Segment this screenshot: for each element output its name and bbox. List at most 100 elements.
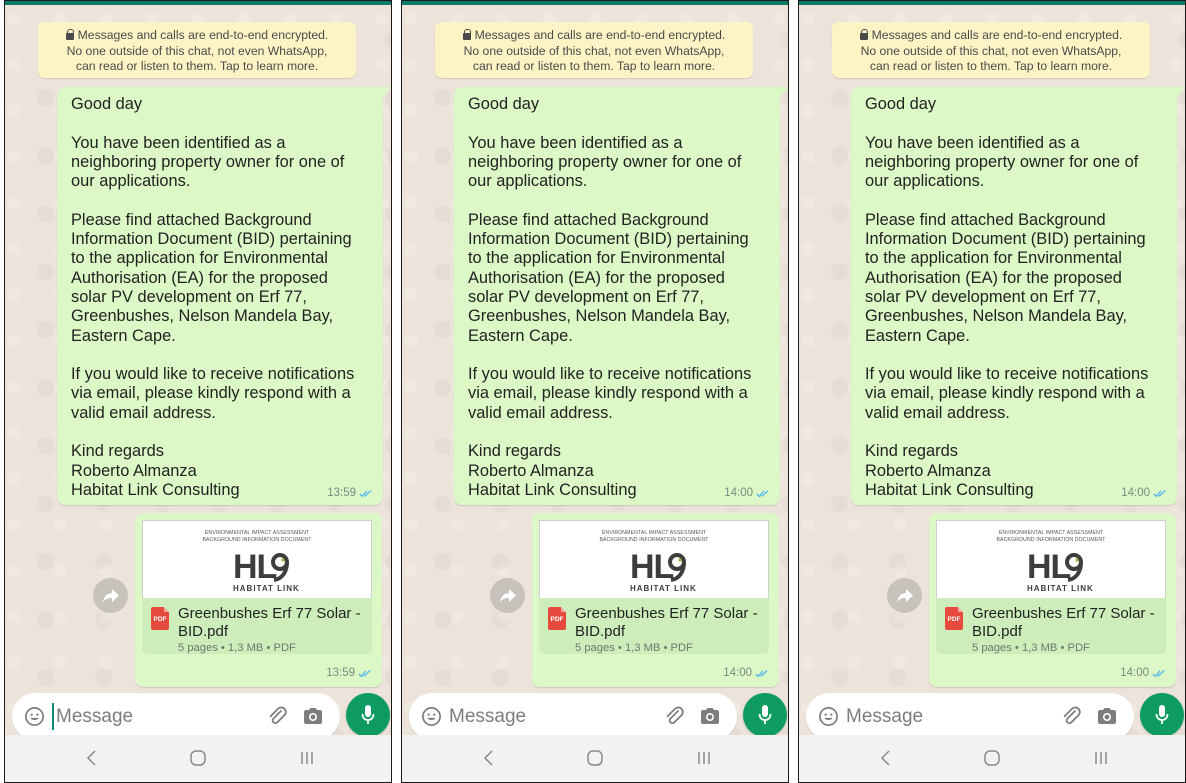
voice-message-button[interactable] [743,693,787,737]
message-line: neighboring property owner for one of [71,152,345,171]
preview-heading: ENVIRONMENTAL IMPACT ASSESSMENT BACKGROU… [996,530,1106,543]
system-nav-bar [5,735,391,782]
camera-icon[interactable] [302,706,324,726]
forward-button[interactable] [490,578,525,613]
voice-message-button[interactable] [1140,693,1184,737]
document-preview[interactable]: ENVIRONMENTAL IMPACT ASSESSMENT BACKGROU… [539,520,769,598]
message-meta: 14:00 [1121,487,1167,499]
message-line: Kind regards [468,442,561,461]
document-preview[interactable]: ENVIRONMENTAL IMPACT ASSESSMENT BACKGROU… [142,520,372,598]
message-line: You have been identified as a [468,133,683,152]
document-info[interactable]: PDF Greenbushes Erf 77 Solar - BID.pdf 5… [936,598,1166,654]
camera-icon[interactable] [699,706,721,726]
outgoing-text-message[interactable]: Good day You have been identified as a nei… [454,87,788,505]
message-input[interactable] [52,703,242,730]
habitat-link-logo: HL HABITAT LINK [630,548,697,593]
document-info[interactable]: PDF Greenbushes Erf 77 Solar - BID.pdf 5… [142,598,372,654]
message-line: Information Document (BID) pertaining [468,230,749,249]
back-icon[interactable] [482,749,496,767]
paperclip-icon[interactable] [266,705,288,727]
encryption-notice[interactable]: Messages and calls are end-to-end encryp… [435,22,753,78]
message-line: If you would like to receive notificatio… [865,365,1149,384]
document-info[interactable]: PDF Greenbushes Erf 77 Solar - BID.pdf 5… [539,598,769,654]
encryption-line: No one outside of this chat, not even Wh… [463,43,725,58]
message-line: to the application for Environmental [468,249,725,268]
message-line: valid email address. [71,403,216,422]
preview-heading: ENVIRONMENTAL IMPACT ASSESSMENT BACKGROU… [202,530,312,543]
message-meta: 14:00 [1120,667,1166,679]
message-body: Good day You have been identified as a nei… [468,95,770,500]
forward-button[interactable] [887,578,922,613]
message-line: Eastern Cape. [865,326,970,345]
double-check-icon [1152,669,1165,677]
message-input[interactable] [449,703,639,730]
chat-screenshot-1: Messages and calls are end-to-end encryp… [4,0,392,783]
outgoing-document-message[interactable]: ENVIRONMENTAL IMPACT ASSESSMENT BACKGROU… [929,513,1176,687]
double-check-icon [755,669,768,677]
paperclip-icon[interactable] [1060,705,1082,727]
outgoing-document-message[interactable]: ENVIRONMENTAL IMPACT ASSESSMENT BACKGROU… [135,513,382,687]
message-meta: 13:59 [326,667,372,679]
back-icon[interactable] [85,749,99,767]
home-icon[interactable] [586,749,604,767]
message-line: Greenbushes, Nelson Mandela Bay, [468,307,731,326]
document-name: Greenbushes Erf 77 Solar - BID.pdf [575,605,758,640]
message-line: If you would like to receive notificatio… [468,365,752,384]
message-composer[interactable] [409,693,737,740]
message-meta: 14:00 [724,487,770,499]
microphone-icon [758,705,772,724]
outgoing-document-message[interactable]: ENVIRONMENTAL IMPACT ASSESSMENT BACKGROU… [532,513,779,687]
message-line: our applications. [71,172,191,191]
home-icon[interactable] [983,749,1001,767]
camera-icon[interactable] [1096,706,1118,726]
voice-message-button[interactable] [346,693,390,737]
recents-icon[interactable] [299,749,315,767]
pdf-file-icon: PDF [945,607,963,630]
message-line: Roberto Almanza [71,461,197,480]
message-line: via email, please kindly respond with a [865,384,1145,403]
message-line: Eastern Cape. [71,326,176,345]
emoji-icon[interactable] [421,706,442,727]
message-line: Good day [71,95,143,113]
home-icon[interactable] [189,749,207,767]
message-time: 14:00 [1120,667,1149,679]
document-meta: 5 pages • 1,3 MB • PDF [972,642,1090,654]
double-check-icon [756,489,769,497]
encryption-notice[interactable]: Messages and calls are end-to-end encryp… [38,22,356,78]
emoji-icon[interactable] [818,706,839,727]
outgoing-text-message[interactable]: Good day You have been identified as a nei… [57,87,391,505]
habitat-link-logo: HL HABITAT LINK [1027,548,1094,593]
message-composer[interactable] [12,693,340,740]
outgoing-text-message[interactable]: Good day You have been identified as a nei… [851,87,1185,505]
document-meta: 5 pages • 1,3 MB • PDF [575,642,693,654]
back-icon[interactable] [879,749,893,767]
microphone-icon [361,705,375,724]
message-line: Eastern Cape. [468,326,573,345]
recents-icon[interactable] [1093,749,1109,767]
message-time: 14:00 [724,487,753,499]
double-check-icon [1153,489,1166,497]
encryption-line: No one outside of this chat, not even Wh… [860,43,1122,58]
document-preview[interactable]: ENVIRONMENTAL IMPACT ASSESSMENT BACKGROU… [936,520,1166,598]
emoji-icon[interactable] [24,706,45,727]
message-line: Greenbushes, Nelson Mandela Bay, [865,307,1128,326]
encryption-line: can read or listen to them. Tap to learn… [472,59,716,74]
message-composer[interactable] [806,693,1134,740]
message-body: Good day You have been identified as a nei… [71,95,373,500]
double-check-icon [358,669,371,677]
lock-icon [859,29,869,40]
forward-button[interactable] [93,578,128,613]
message-input[interactable] [846,703,1036,730]
message-line: Kind regards [865,442,958,461]
recents-icon[interactable] [696,749,712,767]
message-line: You have been identified as a [71,133,286,152]
encryption-notice[interactable]: Messages and calls are end-to-end encryp… [832,22,1150,78]
message-line: our applications. [865,172,985,191]
paperclip-icon[interactable] [663,705,685,727]
